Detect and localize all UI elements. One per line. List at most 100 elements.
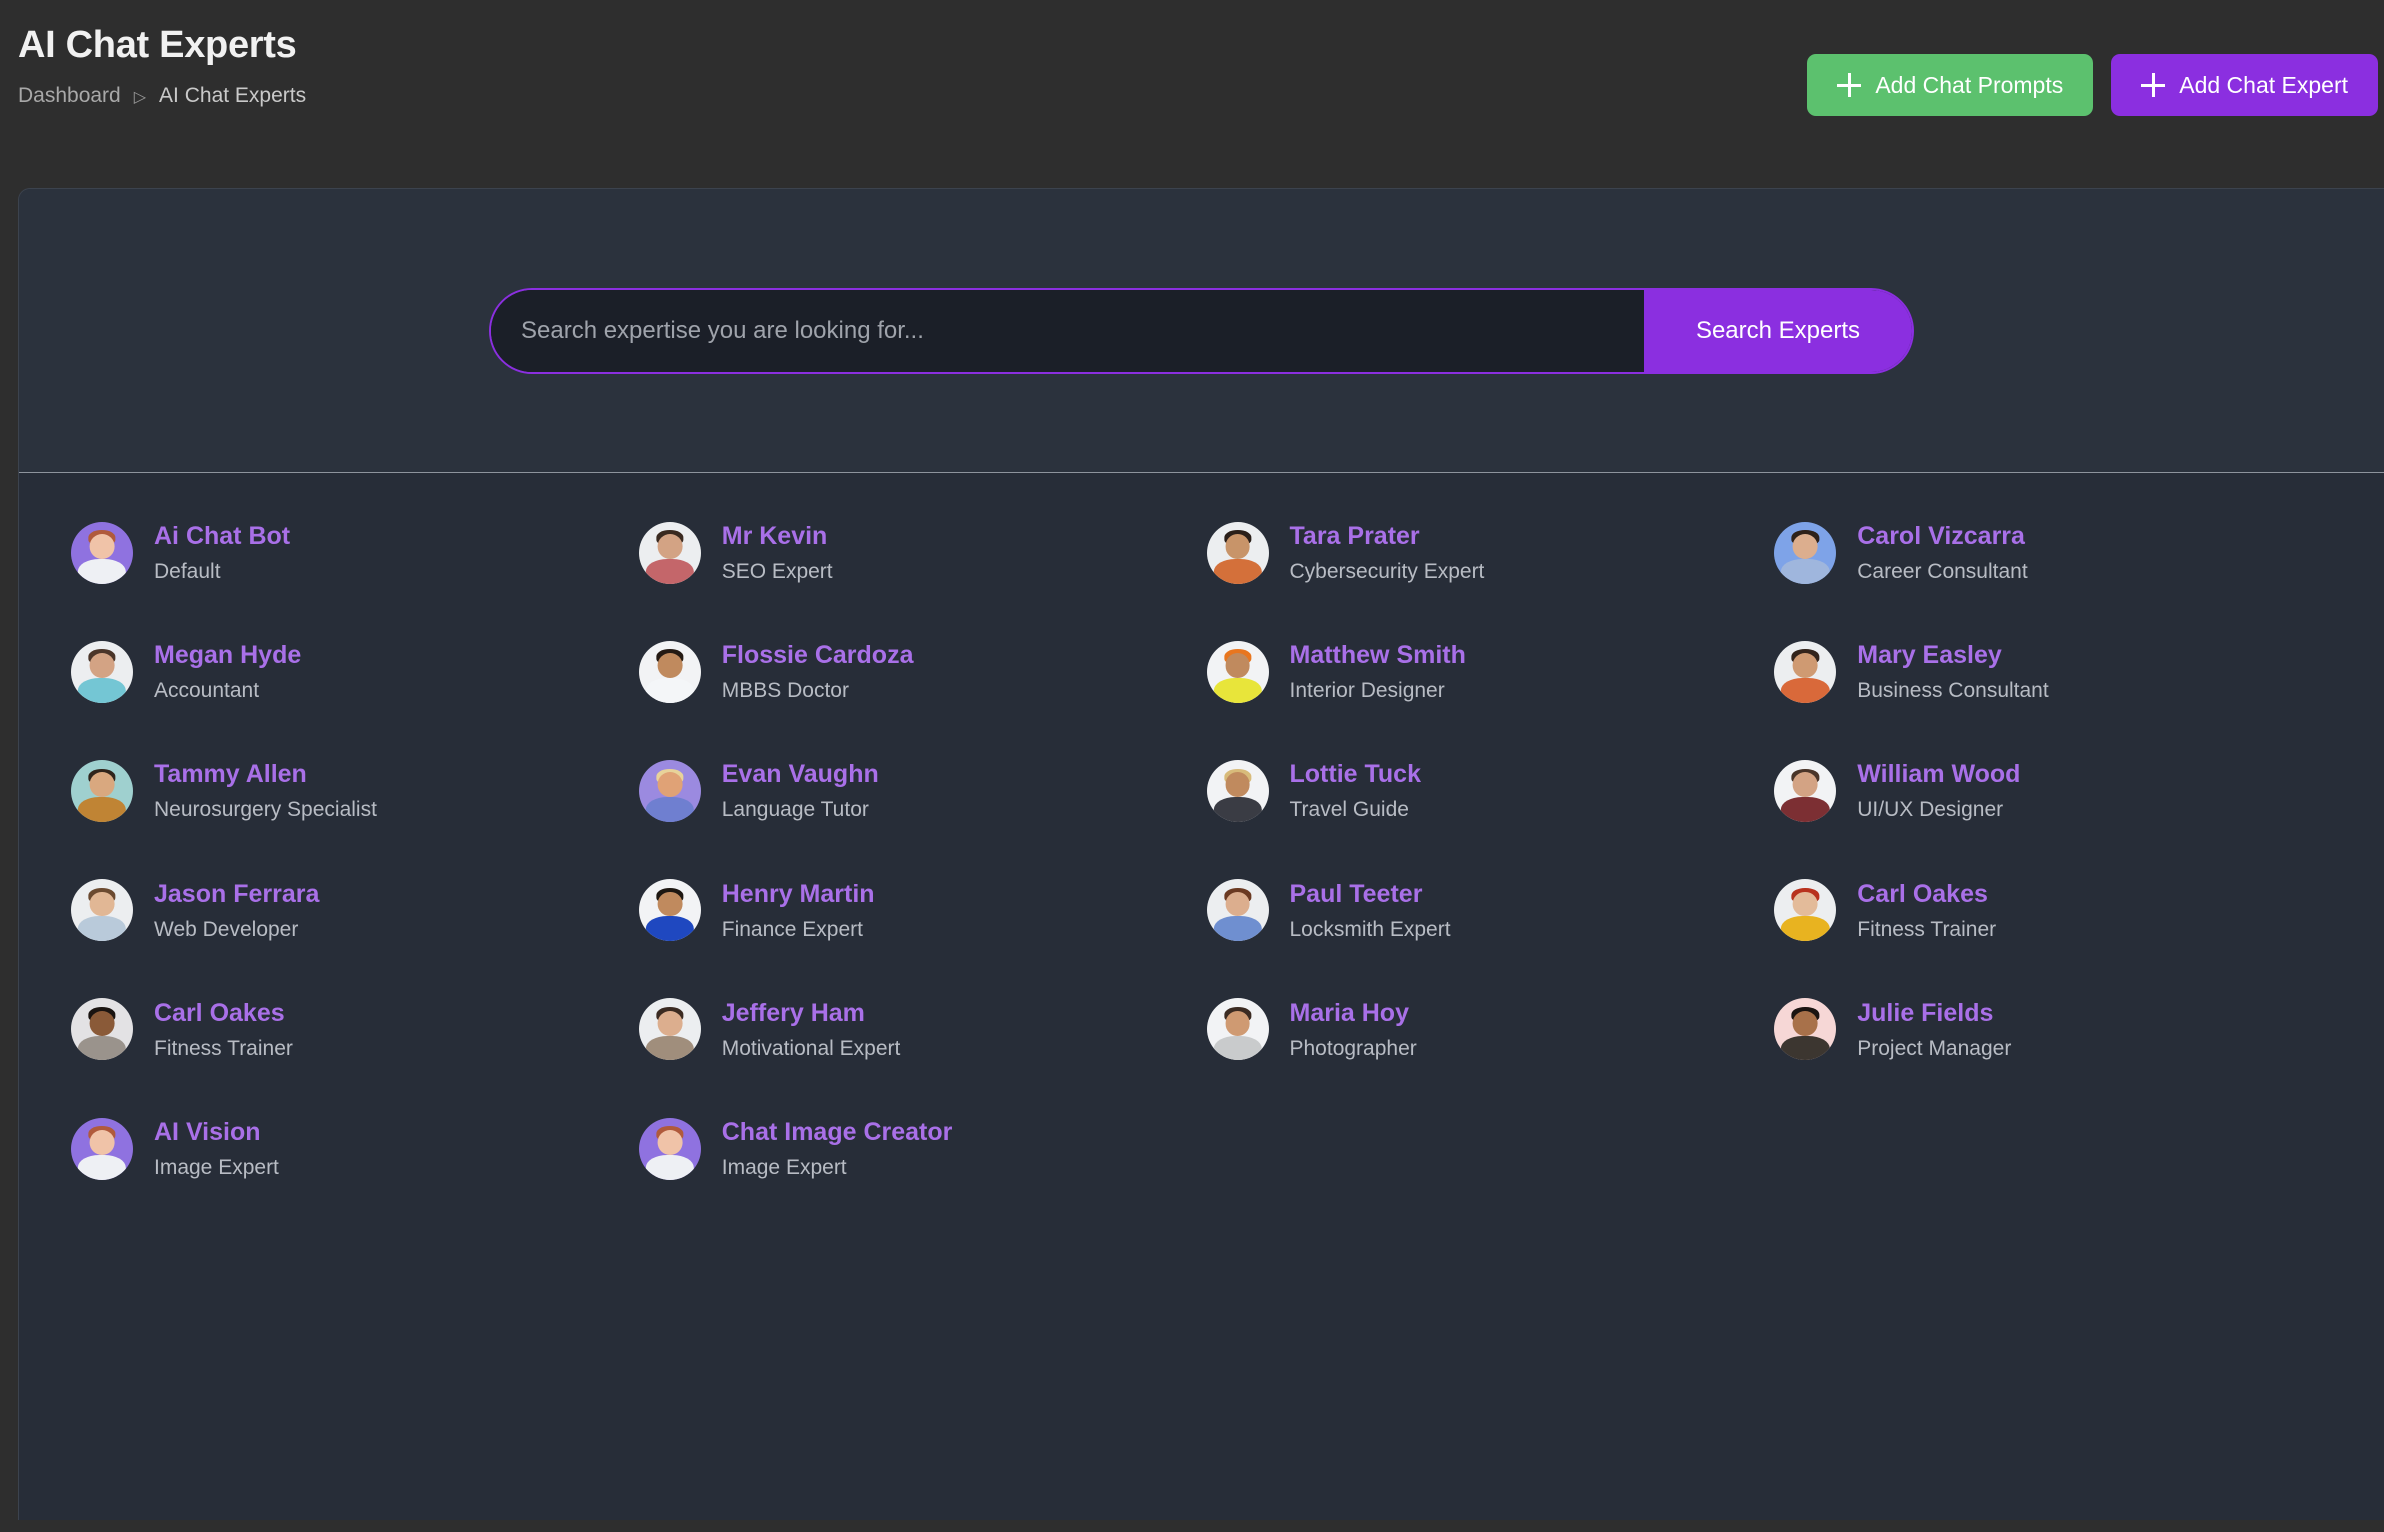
- avatar: [1206, 521, 1269, 584]
- expert-card[interactable]: Matthew Smith Interior Designer: [1206, 640, 1765, 703]
- expert-card[interactable]: Tammy Allen Neurosurgery Specialist: [71, 759, 629, 822]
- expert-card[interactable]: William Wood UI/UX Designer: [1774, 759, 2332, 822]
- expert-role: Image Expert: [721, 1155, 847, 1179]
- expert-card[interactable]: Julie Fields Project Manager: [1774, 998, 2332, 1061]
- expert-role: Travel Guide: [1289, 798, 1409, 822]
- expert-card[interactable]: Flossie Cardoza MBBS Doctor: [638, 640, 1197, 703]
- expert-card[interactable]: Ai Chat Bot Default: [71, 521, 629, 584]
- expert-card[interactable]: Jason Ferrara Web Developer: [71, 879, 629, 942]
- avatar-face: [89, 891, 115, 917]
- expert-card[interactable]: Paul Teeter Locksmith Expert: [1206, 879, 1765, 942]
- expert-card[interactable]: AI Vision Image Expert: [71, 1117, 629, 1180]
- expert-text: William Wood UI/UX Designer: [1857, 759, 2020, 822]
- expert-name[interactable]: Carl Oakes: [154, 998, 293, 1028]
- avatar: [71, 759, 133, 822]
- avatar-body: [645, 558, 694, 584]
- search-input[interactable]: [491, 289, 1644, 372]
- expert-card[interactable]: Chat Image Creator Image Expert: [638, 1117, 1197, 1180]
- expert-name[interactable]: Ai Chat Bot: [154, 521, 290, 551]
- avatar-face: [1792, 653, 1818, 678]
- expert-role: Business Consultant: [1857, 679, 2049, 703]
- expert-role: Interior Designer: [1289, 679, 1445, 703]
- expert-name[interactable]: Maria Hoy: [1290, 998, 1417, 1028]
- expert-role: Photographer: [1289, 1036, 1417, 1060]
- expert-text: Ai Chat Bot Default: [154, 521, 290, 584]
- page-header: AI Chat Experts Dashboard ▷ AI Chat Expe…: [0, 0, 2384, 188]
- expert-card[interactable]: Tara Prater Cybersecurity Expert: [1206, 521, 1765, 584]
- avatar-face: [1792, 772, 1818, 798]
- expert-name[interactable]: Mary Easley: [1857, 640, 2048, 670]
- breadcrumb-dashboard[interactable]: Dashboard: [18, 84, 121, 108]
- avatar-body: [1213, 558, 1262, 584]
- expert-text: Carol Vizcarra Career Consultant: [1857, 521, 2027, 584]
- add-chat-expert-button[interactable]: Add Chat Expert: [2111, 54, 2378, 116]
- expert-name[interactable]: Chat Image Creator: [722, 1117, 953, 1147]
- expert-name[interactable]: Carol Vizcarra: [1857, 521, 2027, 551]
- expert-role: Cybersecurity Expert: [1289, 560, 1485, 583]
- expert-text: Tara Prater Cybersecurity Expert: [1290, 521, 1485, 584]
- expert-text: Matthew Smith Interior Designer: [1290, 640, 1466, 703]
- expert-role: Default: [154, 560, 221, 583]
- expert-name[interactable]: Tammy Allen: [154, 759, 377, 789]
- avatar-face: [657, 1010, 683, 1036]
- expert-name[interactable]: Jason Ferrara: [154, 879, 319, 909]
- avatar-body: [1781, 797, 1830, 822]
- expert-name[interactable]: Mr Kevin: [722, 521, 833, 551]
- avatar-body: [77, 677, 127, 703]
- expert-name[interactable]: Jeffery Ham: [722, 998, 901, 1028]
- search-experts-button[interactable]: Search Experts: [1644, 289, 1912, 372]
- expert-name[interactable]: Carl Oakes: [1857, 879, 1996, 909]
- expert-text: Carl Oakes Fitness Trainer: [154, 998, 293, 1061]
- avatar: [1774, 879, 1837, 942]
- expert-card[interactable]: Mr Kevin SEO Expert: [638, 521, 1197, 584]
- avatar-face: [1792, 891, 1818, 917]
- avatar-body: [1781, 677, 1830, 703]
- avatar-body: [1213, 916, 1262, 942]
- expert-card[interactable]: Jeffery Ham Motivational Expert: [638, 998, 1197, 1061]
- avatar: [1774, 759, 1837, 822]
- expert-card[interactable]: Megan Hyde Accountant: [71, 640, 629, 703]
- expert-name[interactable]: Lottie Tuck: [1290, 759, 1421, 789]
- expert-name[interactable]: Julie Fields: [1857, 998, 2011, 1028]
- avatar-body: [645, 1035, 694, 1061]
- avatar: [638, 998, 701, 1061]
- expert-text: Maria Hoy Photographer: [1290, 998, 1417, 1061]
- avatar-body: [645, 677, 694, 703]
- expert-role: Locksmith Expert: [1289, 917, 1451, 941]
- avatar-body: [77, 558, 127, 584]
- avatar: [638, 640, 701, 703]
- avatar: [71, 521, 133, 584]
- expert-role: Fitness Trainer: [154, 1036, 293, 1060]
- avatar-body: [1781, 1035, 1830, 1061]
- expert-card[interactable]: Carl Oakes Fitness Trainer: [71, 998, 629, 1061]
- expert-card[interactable]: Evan Vaughn Language Tutor: [638, 759, 1197, 822]
- expert-card[interactable]: Carl Oakes Fitness Trainer: [1774, 879, 2332, 942]
- expert-text: Julie Fields Project Manager: [1857, 998, 2011, 1061]
- avatar: [638, 521, 701, 584]
- expert-card[interactable]: Carol Vizcarra Career Consultant: [1774, 521, 2332, 584]
- expert-card[interactable]: Lottie Tuck Travel Guide: [1206, 759, 1765, 822]
- avatar-body: [77, 1154, 127, 1180]
- add-chat-prompts-button[interactable]: Add Chat Prompts: [1807, 54, 2094, 116]
- expert-card[interactable]: Maria Hoy Photographer: [1206, 998, 1765, 1061]
- avatar-body: [1781, 916, 1830, 942]
- expert-name[interactable]: AI Vision: [154, 1117, 279, 1147]
- expert-name[interactable]: Flossie Cardoza: [722, 640, 914, 670]
- expert-name[interactable]: Evan Vaughn: [722, 759, 879, 789]
- expert-name[interactable]: Tara Prater: [1290, 521, 1485, 551]
- avatar-body: [1213, 677, 1262, 703]
- expert-role: Image Expert: [154, 1155, 279, 1179]
- expert-card[interactable]: Henry Martin Finance Expert: [638, 879, 1197, 942]
- expert-name[interactable]: Paul Teeter: [1290, 879, 1451, 909]
- expert-role: Motivational Expert: [721, 1036, 901, 1060]
- expert-name[interactable]: Megan Hyde: [154, 640, 301, 670]
- expert-name[interactable]: William Wood: [1857, 759, 2020, 789]
- avatar-face: [657, 1129, 683, 1155]
- avatar-face: [1792, 533, 1818, 559]
- expert-text: AI Vision Image Expert: [154, 1117, 279, 1180]
- avatar: [638, 1117, 701, 1180]
- expert-card[interactable]: Mary Easley Business Consultant: [1774, 640, 2332, 703]
- expert-name[interactable]: Henry Martin: [722, 879, 875, 909]
- expert-name[interactable]: Matthew Smith: [1290, 640, 1466, 670]
- avatar: [71, 998, 133, 1061]
